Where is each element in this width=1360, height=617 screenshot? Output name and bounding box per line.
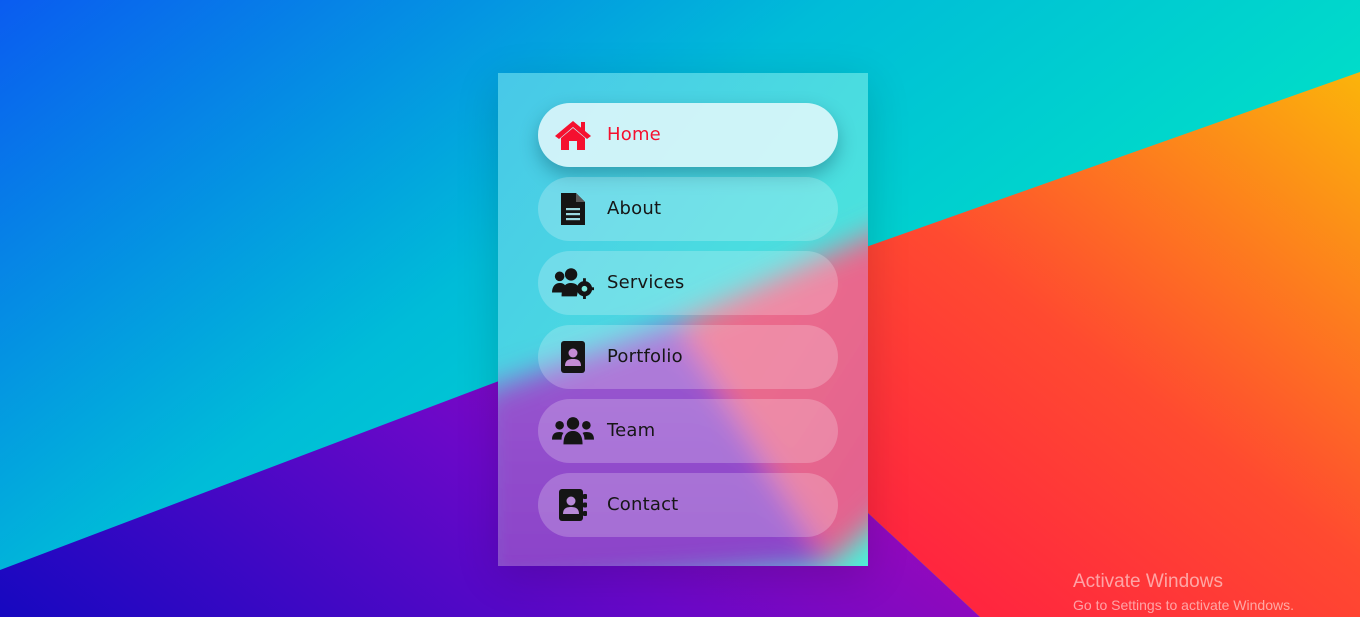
watermark-subtitle: Go to Settings to activate Windows. [1073, 597, 1294, 613]
team-icon [552, 411, 594, 451]
nav-item-team[interactable]: Team [538, 399, 838, 463]
nav-item-contact[interactable]: Contact [538, 473, 838, 537]
nav-label-team: Team [607, 420, 656, 441]
nav-menu: Home About Services Portfolio Team Conta… [538, 103, 838, 547]
nav-label-services: Services [607, 272, 685, 293]
nav-item-services[interactable]: Services [538, 251, 838, 315]
menu-panel: Home About Services Portfolio Team Conta… [498, 73, 868, 566]
nav-item-about[interactable]: About [538, 177, 838, 241]
document-icon [552, 189, 594, 229]
nav-item-portfolio[interactable]: Portfolio [538, 325, 838, 389]
portrait-icon [552, 337, 594, 377]
nav-label-portfolio: Portfolio [607, 346, 683, 367]
nav-label-contact: Contact [607, 494, 679, 515]
home-icon [552, 115, 594, 155]
users-gear-icon [552, 263, 594, 303]
nav-label-about: About [607, 198, 662, 219]
nav-item-home[interactable]: Home [538, 103, 838, 167]
watermark-title: Activate Windows [1073, 571, 1223, 592]
activate-windows-watermark: Activate Windows Go to Settings to activ… [1073, 570, 1294, 614]
address-book-icon [552, 485, 594, 525]
nav-label-home: Home [607, 124, 661, 145]
